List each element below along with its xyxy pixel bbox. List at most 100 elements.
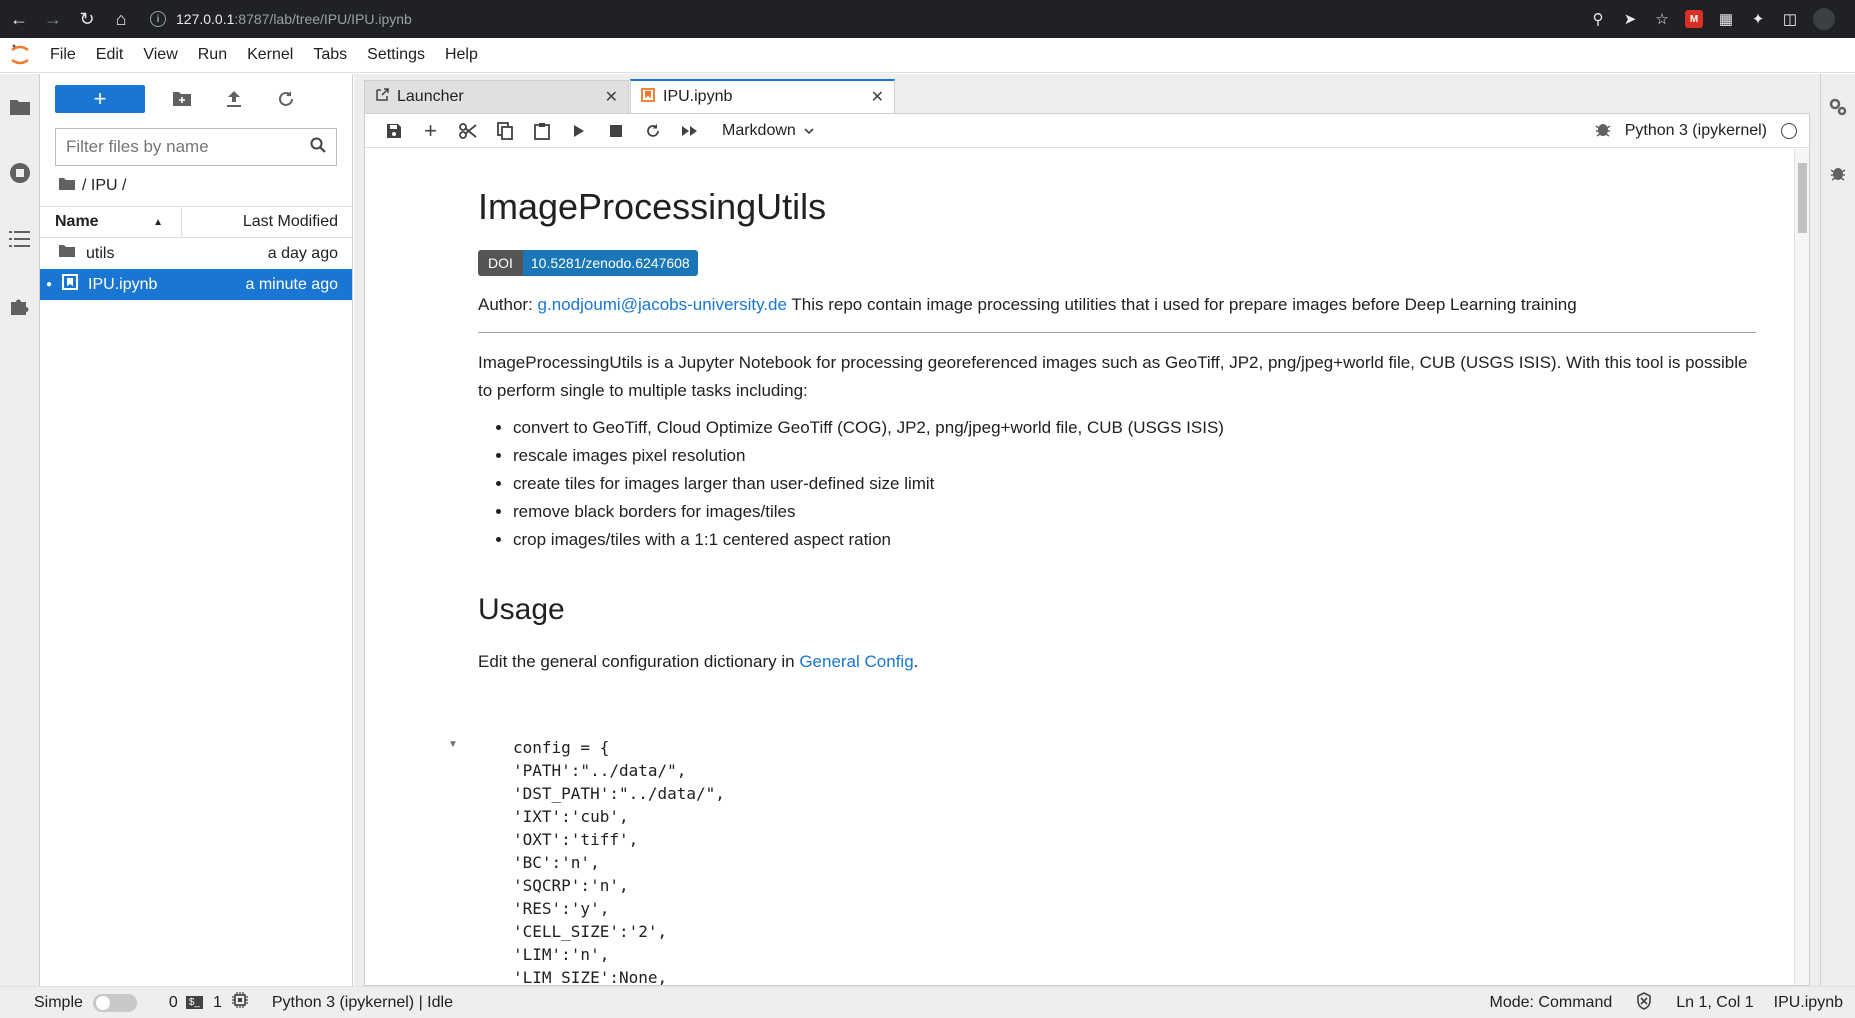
author-email-link[interactable]: g.nodjoumi@jacobs-university.de [538, 295, 787, 314]
terminal-count[interactable]: 0 [169, 994, 178, 1012]
browser-chrome: ← → ↻ ⌂ i 127.0.0.1:8787/lab/tree/IPU/IP… [0, 0, 1855, 38]
zoom-icon[interactable]: ⚲ [1589, 10, 1607, 28]
tab-label: IPU.ipynb [663, 88, 733, 105]
notebook-title: ImageProcessingUtils [478, 186, 827, 227]
paste-icon[interactable] [523, 116, 560, 146]
file-modified: a day ago [267, 244, 338, 262]
chevron-down-icon [804, 122, 814, 140]
jupyter-menubar: File Edit View Run Kernel Tabs Settings … [0, 38, 1855, 73]
property-inspector-icon[interactable] [1821, 74, 1855, 140]
breadcrumb-home-folder-icon[interactable] [58, 177, 76, 196]
usage-end: . [913, 651, 919, 671]
divider [478, 332, 1756, 334]
file-browser-tab-icon[interactable] [0, 74, 40, 140]
code-line: 'OXT':'tiff', [513, 830, 639, 849]
doi-badge-label: DOI [478, 250, 523, 277]
file-modified: a minute ago [245, 275, 338, 293]
tab-launcher[interactable]: Launcher ✕ [364, 80, 629, 113]
code-line: 'RES':'y', [513, 899, 610, 918]
file-row-ipu-ipynb[interactable]: ● IPU.ipynb a minute ago [40, 269, 352, 300]
code-line: 'PATH':"../data/", [513, 761, 687, 780]
list-item: rescale images pixel resolution [513, 442, 1756, 470]
back-icon[interactable]: ← [4, 4, 34, 34]
left-activity-bar [0, 74, 40, 986]
insert-cell-icon[interactable]: + [412, 116, 449, 146]
upload-icon[interactable] [219, 85, 249, 113]
menu-kernel[interactable]: Kernel [237, 46, 303, 64]
search-icon [310, 137, 326, 157]
collapse-caret-icon[interactable]: ▼ [448, 739, 458, 750]
forward-icon[interactable]: → [38, 4, 68, 34]
folder-icon [58, 244, 76, 263]
extension-doc-icon[interactable]: ▦ [1717, 10, 1735, 28]
doi-badge[interactable]: DOI 10.5281/zenodo.6247608 [478, 250, 698, 277]
site-info-icon[interactable]: i [150, 11, 166, 27]
code-line: 'DST_PATH':"../data/", [513, 784, 725, 803]
kernel-count[interactable]: 1 [213, 994, 222, 1012]
simple-mode-toggle[interactable] [92, 993, 137, 1012]
reload-icon[interactable]: ↻ [72, 4, 102, 34]
new-folder-icon[interactable] [167, 85, 197, 113]
file-row-utils[interactable]: utils a day ago [40, 238, 352, 269]
general-config-link[interactable]: General Config [799, 652, 913, 671]
debugger-icon[interactable] [1595, 120, 1611, 143]
tab-bar: Launcher ✕ IPU.ipynb ✕ [354, 74, 1820, 113]
extensions-puzzle-icon[interactable]: ✦ [1749, 10, 1767, 28]
interrupt-kernel-icon[interactable] [597, 116, 634, 146]
copy-icon[interactable] [486, 116, 523, 146]
menu-file[interactable]: File [40, 46, 86, 64]
tab-ipu-ipynb[interactable]: IPU.ipynb ✕ [630, 79, 895, 113]
debugger-panel-icon[interactable] [1821, 140, 1855, 206]
cursor-position[interactable]: Ln 1, Col 1 [1676, 994, 1753, 1012]
code-block[interactable]: config = {'PATH':"../data/", 'DST_PATH':"… [478, 736, 725, 985]
notebook-content: ImageProcessingUtils DOI 10.5281/zenodo.… [365, 149, 1795, 985]
table-of-contents-icon[interactable] [0, 206, 40, 272]
markdown-cell[interactable]: ImageProcessingUtils DOI 10.5281/zenodo.… [478, 149, 1756, 675]
profile-avatar[interactable] [1813, 8, 1835, 30]
extension-red-icon[interactable]: M [1685, 10, 1703, 28]
sidepanel-icon[interactable]: ◫ [1781, 10, 1799, 28]
file-list-header: Name ▲ Last Modified [40, 206, 352, 238]
column-name-header[interactable]: Name ▲ [40, 207, 182, 237]
column-modified-header[interactable]: Last Modified [182, 207, 352, 237]
restart-kernel-icon[interactable] [634, 116, 671, 146]
doi-badge-value: 10.5281/zenodo.6247608 [522, 250, 698, 277]
menu-tabs[interactable]: Tabs [303, 46, 357, 64]
menu-edit[interactable]: Edit [86, 46, 134, 64]
file-filter-input[interactable] [66, 137, 310, 157]
address-bar[interactable]: i 127.0.0.1:8787/lab/tree/IPU/IPU.ipynb [140, 4, 1560, 34]
bookmark-star-icon[interactable]: ☆ [1653, 10, 1671, 28]
kernel-name[interactable]: Python 3 (ipykernel) [1625, 122, 1767, 140]
home-icon[interactable]: ⌂ [106, 4, 136, 34]
kernel-status[interactable]: Python 3 (ipykernel) | Idle [272, 994, 453, 1012]
tab-label: Launcher [397, 88, 464, 105]
refresh-icon[interactable] [271, 85, 301, 113]
send-icon[interactable]: ➤ [1621, 10, 1639, 28]
extension-manager-icon[interactable] [0, 272, 40, 338]
author-line: Author: g.nodjoumi@jacobs-university.de … [478, 291, 1756, 318]
breadcrumb-path[interactable]: / IPU / [82, 177, 126, 195]
running-sessions-icon[interactable] [0, 140, 40, 206]
code-line: 'SQCRP':'n', [513, 876, 629, 895]
simple-mode-label: Simple [34, 993, 83, 1011]
notebook-scrollbar[interactable] [1794, 149, 1809, 985]
scrollbar-thumb[interactable] [1798, 163, 1807, 233]
run-cell-icon[interactable] [560, 116, 597, 146]
notebook-mode[interactable]: Mode: Command [1490, 994, 1613, 1012]
trust-shield-icon[interactable] [1636, 991, 1652, 1015]
running-dot-icon: ● [46, 279, 53, 290]
restart-run-all-icon[interactable] [671, 116, 708, 146]
cut-icon[interactable] [449, 116, 486, 146]
author-prefix: Author: [478, 295, 538, 315]
sort-ascending-icon: ▲ [153, 216, 163, 228]
new-launcher-button[interactable]: + [55, 85, 145, 113]
menu-view[interactable]: View [133, 46, 187, 64]
menu-settings[interactable]: Settings [357, 46, 435, 64]
menu-run[interactable]: Run [188, 46, 237, 64]
close-tab-icon[interactable]: ✕ [871, 87, 884, 107]
task-list: convert to GeoTiff, Cloud Optimize GeoTi… [478, 414, 1756, 554]
cell-type-dropdown[interactable]: Markdown [722, 122, 814, 140]
menu-help[interactable]: Help [435, 46, 488, 64]
save-icon[interactable] [375, 116, 412, 146]
close-tab-icon[interactable]: ✕ [605, 87, 618, 107]
